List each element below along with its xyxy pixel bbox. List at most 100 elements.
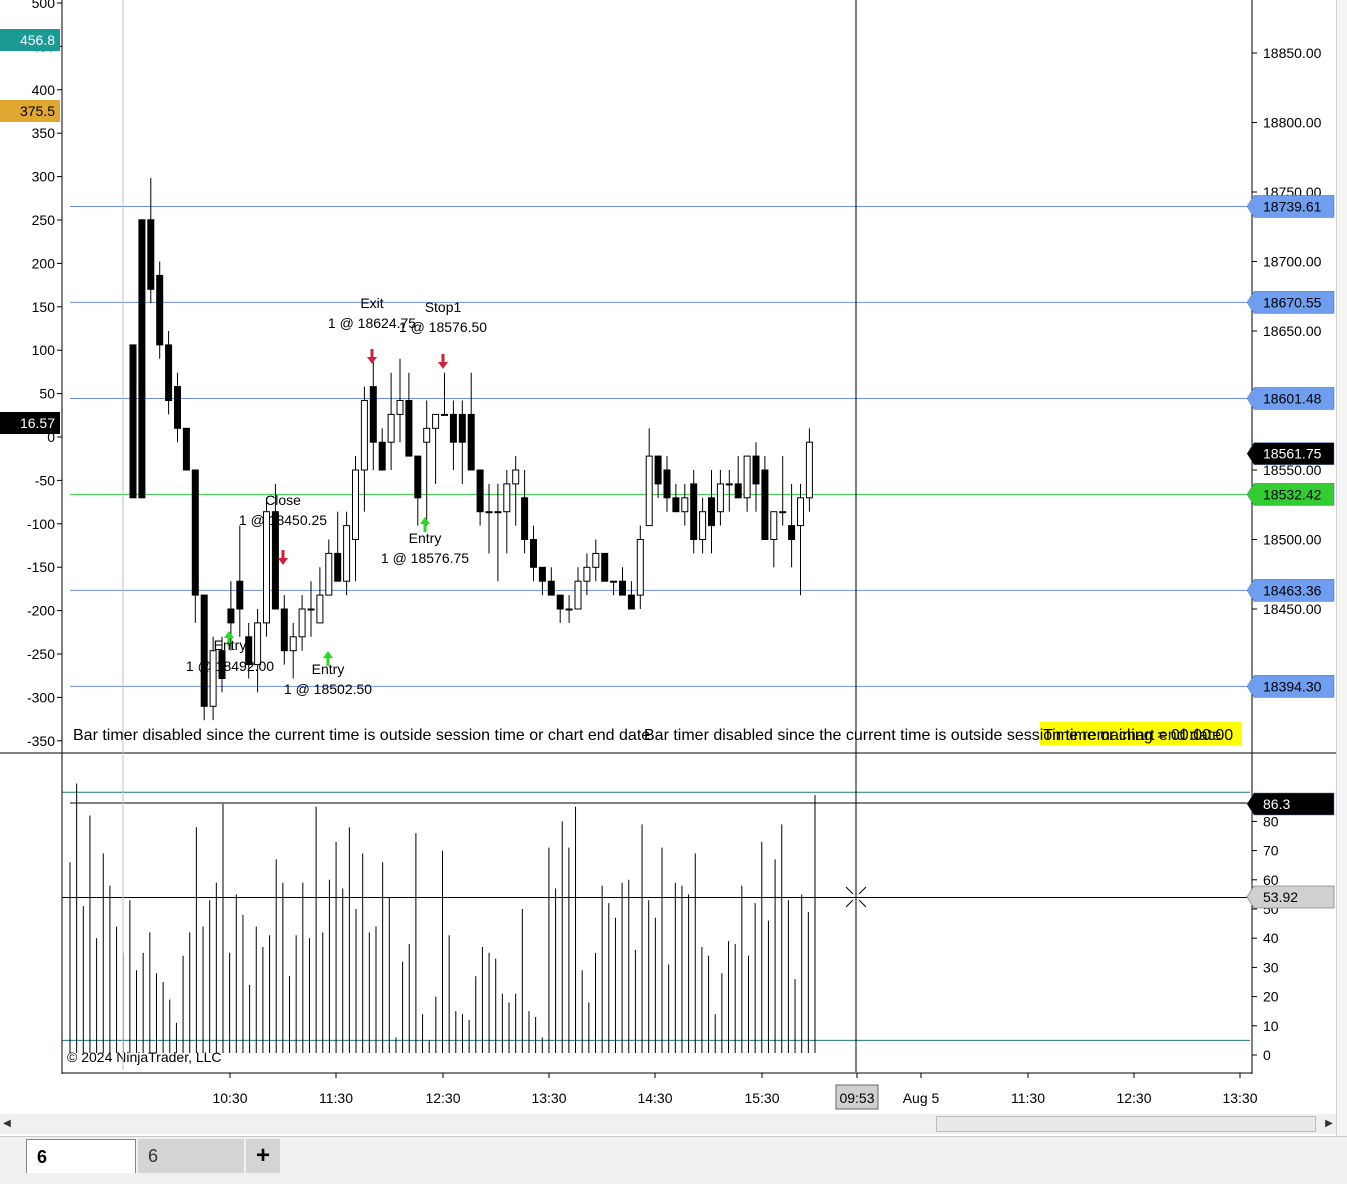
candle-body-25 bbox=[352, 469, 359, 540]
time-remaining-label: Time remaining = 00:00:00 bbox=[1043, 727, 1233, 744]
x-tick-label-2: 12:30 bbox=[425, 1090, 460, 1106]
left-tick-label-14: -200 bbox=[27, 603, 55, 619]
candle-body-76 bbox=[805, 441, 813, 499]
left-tick-label-12: -100 bbox=[27, 516, 55, 532]
add-tab-button[interactable]: + bbox=[246, 1139, 280, 1173]
candle-body-7 bbox=[191, 469, 199, 596]
marker-arrow-head-2 bbox=[323, 651, 333, 658]
x-tick-label-7: Aug 5 bbox=[903, 1090, 940, 1106]
candle-body-23 bbox=[334, 552, 342, 582]
left-tick-label-15: -250 bbox=[27, 646, 55, 662]
candle-body-0 bbox=[129, 344, 137, 499]
chart-canvas[interactable]: Entry 1 @ 18492.00 Close 1 @ 18450.25 Entry 1… bbox=[0, 0, 1347, 1136]
candle-body-50 bbox=[574, 580, 582, 610]
candle-body-4 bbox=[165, 344, 173, 401]
candle-body-24 bbox=[343, 525, 351, 582]
x-tick-label-10: 13:30 bbox=[1222, 1090, 1257, 1106]
candle-body-42 bbox=[503, 483, 511, 513]
candle-body-22 bbox=[325, 552, 333, 596]
bar-timer-note-1: Bar timer disabled since the current tim… bbox=[73, 727, 650, 744]
candle-body-48 bbox=[556, 594, 564, 610]
level-badge-4-text: 18463.36 bbox=[1263, 582, 1322, 598]
x-tick-label-0: 10:30 bbox=[212, 1090, 247, 1106]
left-tick-label-2: 400 bbox=[32, 82, 56, 98]
price-panel[interactable]: Entry 1 @ 18492.00 Close 1 @ 18450.25 Entry 1… bbox=[70, 178, 1252, 745]
right-tick-label-7: 18450.00 bbox=[1263, 601, 1322, 617]
marker-label-0: Entry bbox=[214, 637, 247, 653]
candle-body-72 bbox=[770, 511, 778, 541]
candle-body-43 bbox=[512, 469, 520, 485]
indicator-current-badge-bg bbox=[1246, 792, 1335, 816]
x-tick-label-8: 11:30 bbox=[1011, 1090, 1045, 1106]
left-tick-label-16: -300 bbox=[27, 689, 55, 705]
candle-body-56 bbox=[627, 594, 635, 610]
candle-body-1 bbox=[138, 219, 146, 499]
chart-tab-2[interactable]: 6 bbox=[138, 1139, 244, 1173]
candle-body-74 bbox=[788, 525, 796, 540]
x-tick-label-4: 14:30 bbox=[637, 1090, 672, 1106]
candle-body-47 bbox=[547, 580, 555, 596]
candle-body-69 bbox=[743, 455, 751, 499]
candle-body-57 bbox=[636, 539, 644, 596]
candle-body-2 bbox=[147, 219, 155, 290]
candle-body-44 bbox=[521, 497, 529, 540]
indicator-tick-label-5: 30 bbox=[1263, 959, 1279, 975]
candle-body-5 bbox=[174, 386, 181, 429]
candle-body-65 bbox=[708, 497, 715, 527]
left-tick-label-4: 300 bbox=[32, 169, 56, 185]
level-badge-2-text: 18601.48 bbox=[1263, 390, 1322, 406]
left-badge-0-text: 456.8 bbox=[20, 32, 55, 48]
vertical-scrollbar[interactable] bbox=[1336, 0, 1347, 1136]
left-tick-label-8: 100 bbox=[32, 342, 56, 358]
marker-arrow-head-4 bbox=[438, 362, 448, 369]
marker-arrow-head-3 bbox=[367, 357, 377, 364]
right-tick-label-1: 18800.00 bbox=[1263, 115, 1322, 131]
right-tick-label-4: 18650.00 bbox=[1263, 323, 1322, 339]
marker-price-1: 1 @ 18450.25 bbox=[239, 512, 327, 528]
candle-body-3 bbox=[156, 274, 164, 346]
chart-tab-1[interactable]: 6 bbox=[26, 1139, 136, 1173]
indicator-tick-label-1: 70 bbox=[1263, 843, 1279, 859]
candle-body-52 bbox=[592, 552, 600, 568]
candle-body-18 bbox=[289, 636, 297, 652]
left-tick-label-5: 250 bbox=[32, 212, 56, 228]
indicator-panel[interactable]: © 2024 NinjaTrader, LLC bbox=[62, 783, 1252, 1065]
left-tick-label-0: 500 bbox=[32, 0, 56, 11]
candle-body-30 bbox=[396, 400, 404, 415]
candle-body-26 bbox=[360, 400, 368, 471]
scroll-right-arrow-icon[interactable]: ▶ bbox=[1322, 1114, 1336, 1134]
scroll-left-arrow-icon[interactable]: ◀ bbox=[0, 1114, 14, 1134]
indicator-tick-label-7: 10 bbox=[1263, 1018, 1279, 1034]
candle-body-60 bbox=[663, 469, 671, 499]
candle-body-40 bbox=[485, 511, 493, 514]
crosshair-icon-stroke-3 bbox=[858, 886, 867, 895]
candle-body-46 bbox=[538, 566, 546, 582]
candle-body-58 bbox=[645, 455, 653, 527]
marker-label-1: Close bbox=[265, 492, 301, 508]
marker-price-2: 1 @ 18502.50 bbox=[284, 681, 372, 697]
chart-tab-bar: 6 6 + bbox=[0, 1136, 1347, 1184]
candle-body-11 bbox=[227, 608, 235, 624]
marker-price-5: 1 @ 18576.75 bbox=[381, 550, 469, 566]
marker-label-2: Entry bbox=[312, 661, 345, 677]
crosshair-value-badge-text: 53.92 bbox=[1263, 889, 1298, 905]
level-badge-5-text: 18394.30 bbox=[1263, 678, 1322, 694]
indicator-tick-label-0: 80 bbox=[1263, 813, 1279, 829]
indicator-tick-label-6: 20 bbox=[1263, 989, 1279, 1005]
horizontal-scrollbar[interactable]: ◀ ▶ bbox=[0, 1114, 1336, 1134]
marker-price-0: 1 @ 18492.00 bbox=[186, 658, 274, 674]
candle-body-54 bbox=[610, 580, 618, 583]
candle-body-29 bbox=[387, 413, 395, 443]
left-badge-1-text: 375.5 bbox=[20, 103, 55, 119]
copyright-text: © 2024 NinjaTrader, LLC bbox=[67, 1049, 222, 1065]
candle-body-70 bbox=[752, 455, 760, 485]
marker-label-4: Stop1 bbox=[425, 299, 462, 315]
candle-body-55 bbox=[619, 580, 626, 596]
right-tick-label-3: 18700.00 bbox=[1263, 254, 1322, 270]
candle-body-63 bbox=[690, 483, 698, 540]
candle-body-53 bbox=[601, 552, 609, 582]
candle-body-62 bbox=[681, 497, 689, 513]
x-tick-label-1: 11:30 bbox=[319, 1090, 353, 1106]
marker-label-5: Entry bbox=[409, 530, 442, 546]
scroll-thumb[interactable] bbox=[936, 1116, 1316, 1132]
